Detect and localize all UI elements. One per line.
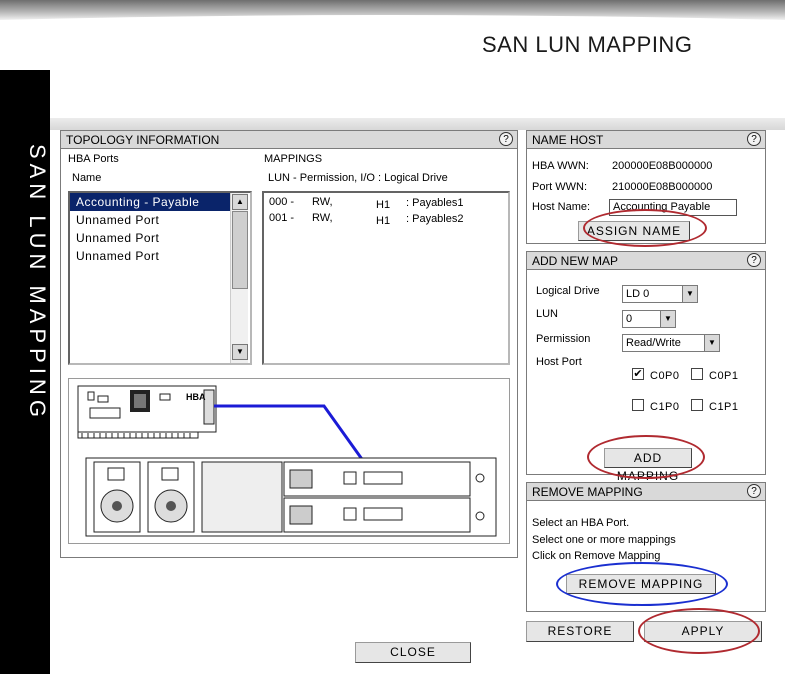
assign-highlight-oval: [583, 209, 707, 247]
port-wwn-label: Port WWN:: [532, 181, 587, 193]
topology-diagram-graphic: HBA: [77, 385, 497, 537]
permission-label: Permission: [536, 333, 591, 345]
mapping-lun[interactable]: 000 -: [269, 196, 294, 208]
mapping-drive[interactable]: : Payables1: [406, 197, 463, 209]
logical-drive-select[interactable]: LD 0 ▼: [622, 285, 698, 303]
name-host-help-icon[interactable]: ?: [747, 132, 761, 146]
hba-port-item[interactable]: Unnamed Port: [70, 211, 250, 229]
close-button[interactable]: CLOSE: [355, 642, 471, 663]
mappings-list[interactable]: 000 - RW, H1 : Payables1 001 - RW, H1 : …: [262, 191, 510, 365]
hba-port-item[interactable]: Unnamed Port: [70, 229, 250, 247]
mappings-label: MAPPINGS: [264, 153, 323, 165]
port-label: C1P1: [709, 401, 739, 413]
port-checkbox-c0p1[interactable]: [691, 368, 703, 380]
host-name-label: Host Name:: [532, 201, 591, 213]
topology-help-icon[interactable]: ?: [499, 132, 513, 146]
add-map-header: ADD NEW MAP ?: [527, 252, 765, 270]
port-label: C1P0: [650, 401, 680, 413]
storage-chassis-icon: [85, 457, 497, 537]
mapping-io[interactable]: H1: [376, 215, 390, 227]
restore-button[interactable]: RESTORE: [526, 621, 634, 642]
permission-select[interactable]: Read/Write ▼: [622, 334, 720, 352]
hba-port-item[interactable]: Unnamed Port: [70, 247, 250, 265]
hba-list-scrollbar[interactable]: ▲ ▼: [230, 193, 248, 363]
mapping-permission[interactable]: RW,: [312, 212, 333, 224]
scroll-thumb[interactable]: [232, 211, 248, 289]
dropdown-arrow-icon[interactable]: ▼: [704, 335, 719, 351]
logical-drive-value: LD 0: [626, 288, 650, 300]
remove-instruction: Click on Remove Mapping: [532, 550, 661, 562]
permission-value: Read/Write: [626, 337, 681, 349]
name-host-title: NAME HOST: [532, 133, 604, 147]
hba-port-item[interactable]: Accounting - Payable: [70, 193, 232, 211]
remove-mapping-help-icon[interactable]: ?: [747, 484, 761, 498]
mapping-io[interactable]: H1: [376, 199, 390, 211]
add-map-help-icon[interactable]: ?: [747, 253, 761, 267]
dropdown-arrow-icon[interactable]: ▼: [682, 286, 697, 302]
mapping-drive[interactable]: : Payables2: [406, 213, 463, 225]
mappings-columns-label: LUN - Permission, I/O : Logical Drive: [268, 172, 448, 184]
hba-wwn-value: 200000E08B000000: [612, 160, 713, 172]
mapping-lun[interactable]: 001 -: [269, 212, 294, 224]
port-checkbox-c1p0[interactable]: [632, 399, 644, 411]
topology-title: TOPOLOGY INFORMATION: [66, 133, 220, 147]
logical-drive-label: Logical Drive: [536, 285, 600, 297]
host-port-label: Host Port: [536, 356, 582, 368]
name-column-label: Name: [72, 172, 102, 184]
lun-value: 0: [626, 313, 633, 325]
port-checkbox-c0p0[interactable]: ✔: [632, 368, 644, 380]
add-map-title: ADD NEW MAP: [532, 254, 619, 268]
hba-card-label: HBA: [186, 392, 206, 402]
hba-ports-label: HBA Ports: [68, 153, 119, 165]
remove-instruction: Select one or more mappings: [532, 534, 676, 546]
mapping-permission[interactable]: RW,: [312, 196, 333, 208]
topology-header: TOPOLOGY INFORMATION ?: [61, 131, 517, 149]
name-host-header: NAME HOST ?: [527, 131, 765, 149]
remove-mapping-highlight-oval: [556, 562, 728, 606]
remove-instruction: Select an HBA Port.: [532, 517, 630, 529]
port-label: C0P1: [709, 370, 739, 382]
port-checkbox-c1p1[interactable]: [691, 399, 703, 411]
hba-wwn-label: HBA WWN:: [532, 160, 589, 172]
sidebar-title: SAN LUN MAPPING: [25, 144, 50, 422]
remove-mapping-header: REMOVE MAPPING ?: [527, 483, 765, 501]
lun-select[interactable]: 0 ▼: [622, 310, 676, 328]
dropdown-arrow-icon[interactable]: ▼: [660, 311, 675, 327]
top-curve: [0, 15, 785, 30]
scroll-up-icon[interactable]: ▲: [232, 194, 248, 210]
port-label: C0P0: [650, 370, 680, 382]
apply-highlight-oval: [638, 608, 760, 654]
hba-port-list[interactable]: Accounting - Payable Unnamed Port Unname…: [68, 191, 252, 365]
remove-mapping-title: REMOVE MAPPING: [532, 485, 643, 499]
port-wwn-value: 210000E08B000000: [612, 181, 713, 193]
scroll-down-icon[interactable]: ▼: [232, 344, 248, 360]
lun-label: LUN: [536, 308, 559, 320]
add-mapping-highlight-oval: [587, 435, 705, 479]
page-title: SAN LUN MAPPING: [482, 32, 693, 57]
header-band: [50, 118, 785, 130]
